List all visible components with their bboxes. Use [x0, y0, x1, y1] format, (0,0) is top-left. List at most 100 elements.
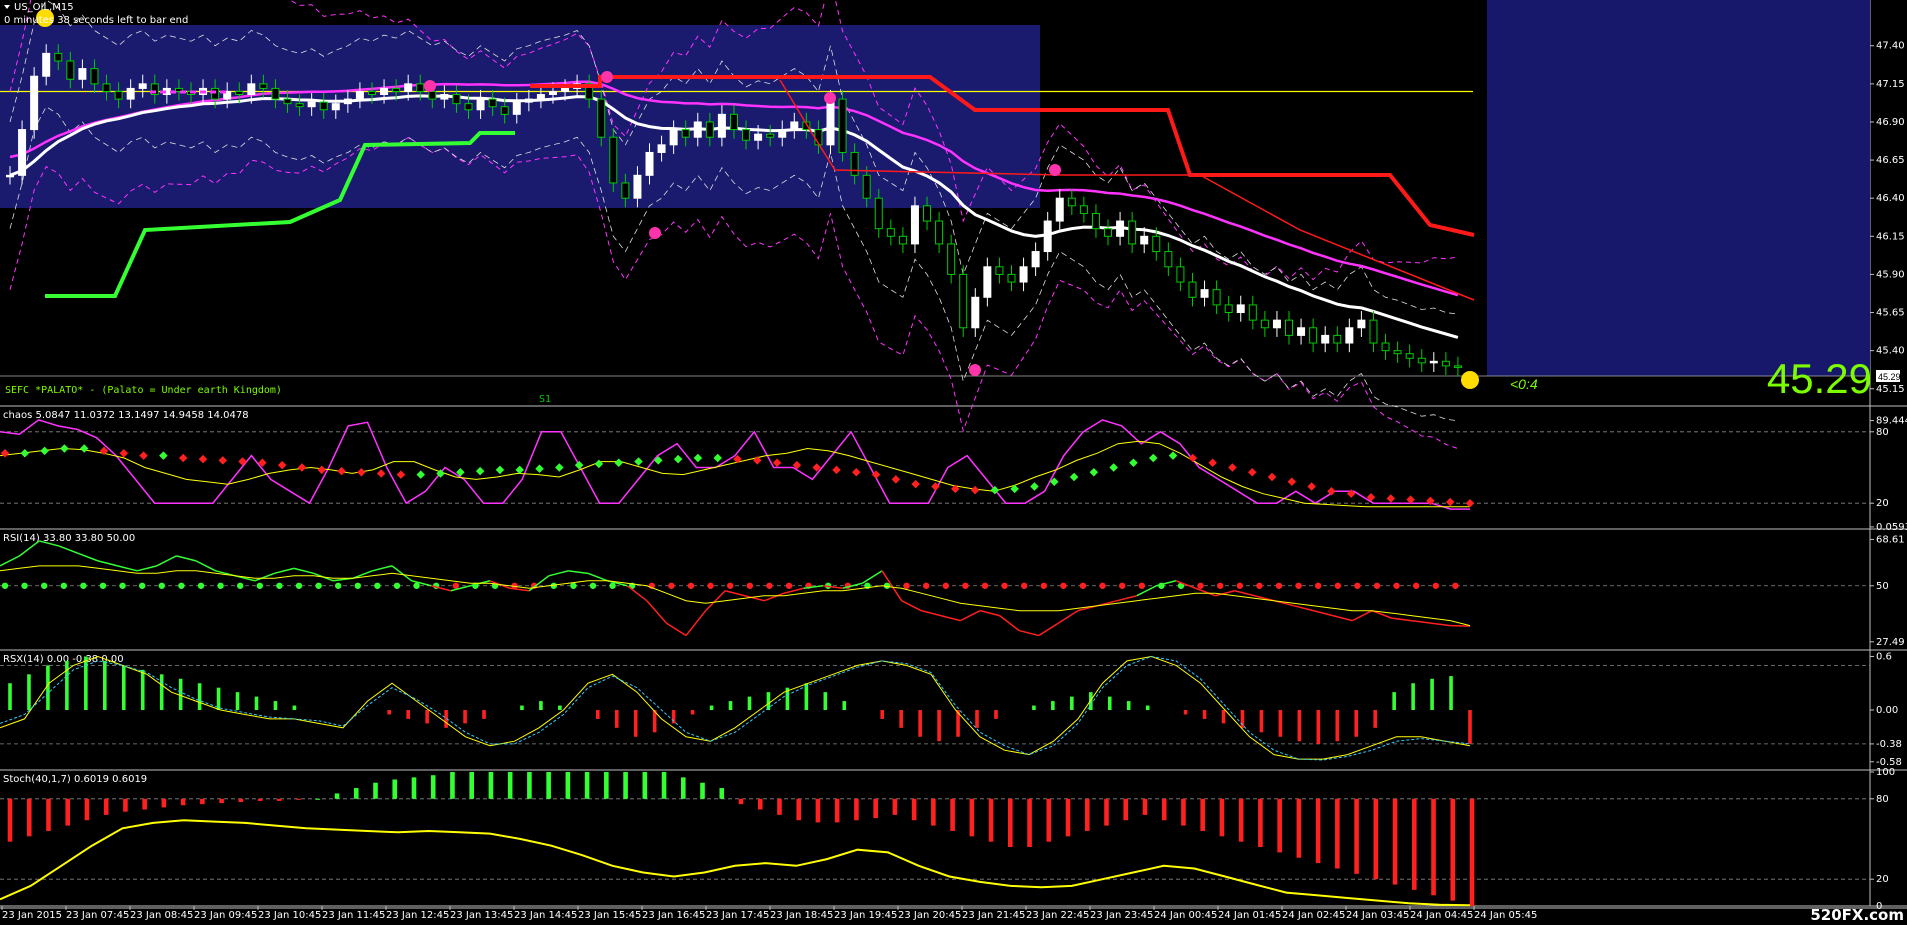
rsx-bar	[1278, 710, 1283, 737]
stoch-bar	[911, 798, 917, 821]
rsi-dot	[1315, 582, 1322, 589]
candle-body	[1067, 197, 1076, 207]
rsi-dot	[1334, 582, 1342, 589]
time-label: 23 Jan 22:45	[1026, 910, 1089, 921]
time-label: 23 Jan 14:45	[514, 910, 577, 921]
rsx-bar	[1183, 710, 1188, 715]
candle-body	[1128, 220, 1137, 245]
candle-body	[416, 83, 425, 92]
rsx-bar	[918, 710, 922, 737]
stoch-bar	[1315, 798, 1321, 864]
rsi-dot	[1119, 582, 1126, 589]
candle-body	[404, 83, 413, 92]
stoch-tick-label-0: 100	[1876, 767, 1895, 778]
candle-body	[898, 235, 907, 245]
countdown-short: <0:4	[1510, 376, 1538, 392]
time-label: 23 Jan 12:45	[386, 910, 449, 921]
rsx-bar	[121, 665, 126, 710]
candle-body	[500, 106, 509, 115]
time-label: 24 Jan 00:45	[1154, 910, 1217, 921]
stoch-bar	[1200, 798, 1205, 831]
rsi-dot	[237, 582, 244, 589]
stoch-bar	[488, 772, 494, 799]
rsi-dot	[687, 582, 695, 589]
candle-body	[1055, 197, 1064, 222]
stoch-bar	[988, 798, 994, 842]
rsx-bar	[804, 683, 809, 710]
stoch-bar	[1181, 798, 1186, 826]
candle-body	[754, 133, 763, 141]
stoch-bar	[7, 798, 13, 842]
candle-body	[42, 52, 51, 77]
rsi-dot	[785, 582, 793, 589]
rsx-bar	[994, 710, 998, 719]
rsx-bar	[1259, 710, 1264, 733]
candle-body	[380, 87, 389, 96]
candle-body	[1429, 360, 1438, 364]
rsx-bar	[1107, 696, 1112, 710]
stoch-bar	[450, 772, 455, 799]
stoch-bar	[950, 798, 955, 831]
rsi-tick-label-0: 68.61	[1876, 534, 1905, 545]
candle-body	[1007, 273, 1016, 283]
time-label: 23 Jan 23:45	[1090, 910, 1153, 921]
candle-body	[1031, 251, 1040, 268]
chaos-tick-label-3: 0.0593	[1876, 522, 1907, 533]
rsi-dot	[1060, 582, 1067, 589]
rsx-bar	[1051, 701, 1055, 710]
rsi-dot	[256, 582, 263, 589]
rsx-bar	[292, 705, 297, 710]
rsi-dot	[178, 582, 185, 589]
signal-marker	[824, 92, 836, 104]
rsi-dot	[1432, 582, 1440, 589]
chart-title: US_OIL,M15	[14, 2, 74, 13]
rsx-bar	[1297, 710, 1302, 742]
time-label: 23 Jan 11:45	[322, 910, 385, 921]
candle-body	[307, 101, 316, 108]
rsi-dot	[1295, 582, 1302, 589]
candle-body	[1453, 365, 1462, 368]
rsx-bar	[46, 665, 50, 710]
candle-body	[548, 90, 557, 96]
candle-body	[1116, 220, 1125, 237]
rsi-dot	[295, 582, 303, 589]
rsi-dot	[1001, 582, 1008, 589]
candle-body	[440, 94, 449, 100]
time-label: 23 Jan 20:45	[898, 910, 961, 921]
rsi-dot	[1393, 582, 1400, 589]
stoch-bar	[1373, 798, 1379, 880]
candle-body	[826, 98, 835, 146]
candle-body	[355, 90, 364, 100]
candle-body	[742, 129, 751, 141]
candle-body	[78, 68, 87, 80]
rsx-bar	[235, 692, 240, 710]
stoch-bar	[815, 798, 821, 823]
candle-body	[1079, 205, 1088, 214]
candle-body	[283, 98, 292, 105]
candle-body	[633, 174, 642, 199]
rsx-bar	[899, 710, 903, 728]
rsx-bar	[520, 705, 524, 710]
rsx-bar	[614, 710, 619, 728]
trading-chart[interactable]: chaos 5.0847 11.0372 13.1497 14.9458 14.…	[0, 0, 1907, 925]
stoch-bar	[84, 798, 90, 821]
chaos-tick-label-1: 80	[1876, 427, 1889, 438]
rsi-dot	[1373, 582, 1381, 589]
rsi-dot	[315, 582, 322, 589]
rsx-bar	[1126, 701, 1131, 710]
rsi-dot	[981, 582, 989, 589]
time-label: 23 Jan 17:45	[706, 910, 769, 921]
stoch-bar	[1277, 798, 1282, 853]
rsi-dot	[1040, 582, 1048, 589]
stoch-bar	[353, 788, 359, 799]
rsi-dot	[1354, 582, 1361, 589]
stoch-tick-label-1: 80	[1876, 794, 1889, 805]
candle-body	[30, 75, 39, 131]
rsx-bar	[406, 710, 410, 719]
signal-marker	[1461, 371, 1479, 389]
candle-body	[259, 83, 268, 89]
stoch-bar	[392, 779, 398, 799]
time-label: 24 Jan 04:45	[1410, 910, 1473, 921]
rsx-bar	[1316, 710, 1321, 744]
stoch-bar	[1008, 798, 1013, 848]
